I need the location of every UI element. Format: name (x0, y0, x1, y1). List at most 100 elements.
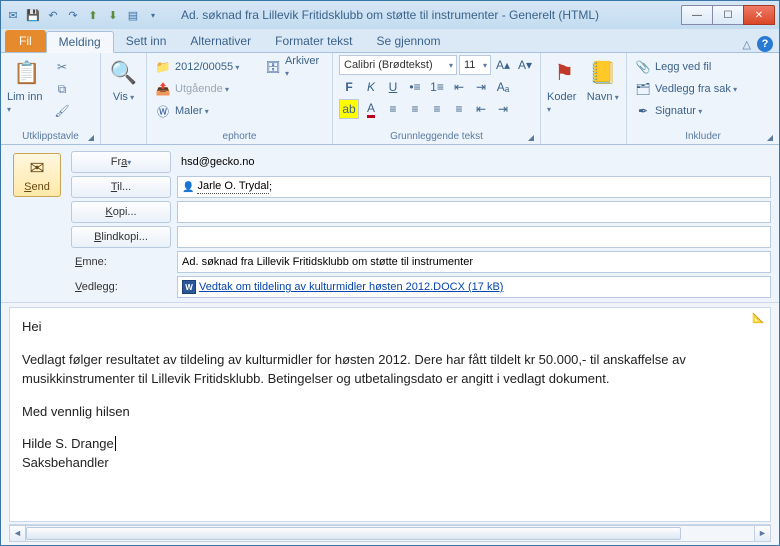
undo-icon[interactable]: ↶ (45, 7, 61, 23)
format-painter-icon[interactable]: 🖌 (51, 101, 73, 121)
bold-button[interactable]: F (339, 77, 359, 97)
cc-field[interactable] (177, 201, 771, 223)
clipboard-launcher-icon[interactable]: ◢ (88, 133, 94, 142)
font-size-combo[interactable]: 11 (459, 55, 491, 75)
to-field[interactable]: 👤Jarle O. Trydal; (177, 176, 771, 198)
align-justify-icon[interactable]: ≡ (449, 99, 469, 119)
cut-icon[interactable]: ✂ (51, 57, 73, 77)
ribbon: 📋 Lim inn ✂ ⧉ 🖌 Utklippstavle◢ 🔍 Vis (1, 53, 779, 145)
maximize-button[interactable]: ☐ (712, 5, 744, 25)
clear-format-icon[interactable]: Aₐ (493, 77, 513, 97)
group-include: 📎Legg ved fil 🗂Vedlegg fra sak ✒Signatur… (627, 53, 779, 144)
ephorte-templates[interactable]: ⓌMaler (153, 101, 260, 121)
group-names: ⚑ Koder 📒 Navn (541, 53, 627, 144)
body-signature: Hilde S. Drange Saksbehandler (22, 435, 758, 473)
tab-settinn[interactable]: Sett inn (114, 30, 179, 52)
tab-segjennom[interactable]: Se gjennom (364, 30, 452, 52)
italic-button[interactable]: K (361, 77, 381, 97)
bcc-input[interactable] (182, 231, 766, 243)
ephorte-docnum[interactable]: 📁2012/00055 (153, 57, 260, 77)
scroll-thumb[interactable] (26, 527, 681, 540)
cc-input[interactable] (182, 206, 766, 218)
font-color-icon[interactable]: A (361, 99, 381, 119)
archive-icon: 🗄 (266, 60, 281, 74)
folder-icon: 📁 (155, 60, 171, 74)
quick-access-toolbar: ✉ 💾 ↶ ↷ ⬆ ⬇ ▤ ▾ (5, 7, 161, 23)
redo-icon[interactable]: ↷ (65, 7, 81, 23)
case-attach-icon: 🗂 (635, 82, 651, 96)
indent-right-icon[interactable]: ⇥ (471, 77, 491, 97)
attach-case-button[interactable]: 🗂Vedlegg fra sak (633, 79, 753, 99)
subject-label: Emne: (71, 251, 171, 273)
group-font: Calibri (Brødtekst) 11 A▴ A▾ F K U •≡ 1≡… (333, 53, 541, 144)
numbering-icon[interactable]: 1≡ (427, 77, 447, 97)
message-body[interactable]: 📐 Hei Vedlagt følger resultatet av tilde… (9, 307, 771, 522)
scroll-left-icon[interactable]: ◄ (9, 525, 26, 542)
attachment-field[interactable]: WVedtak om tildeling av kulturmidler høs… (177, 276, 771, 298)
ribbon-tabs: Fil Melding Sett inn Alternativer Format… (1, 29, 779, 53)
highlight-icon[interactable]: ab (339, 99, 359, 119)
align-right-icon[interactable]: ≡ (427, 99, 447, 119)
subject-input[interactable] (182, 256, 766, 268)
horizontal-scrollbar[interactable]: ◄ ► (9, 524, 771, 541)
bcc-button[interactable]: Blindkopi... (71, 226, 171, 248)
bullets-icon[interactable]: •≡ (405, 77, 425, 97)
align-left-icon[interactable]: ≡ (383, 99, 403, 119)
tab-file[interactable]: Fil (5, 30, 46, 52)
group-ephorte: 📁2012/00055 📤Utgående ⓌMaler 🗄Arkiver ep… (147, 53, 333, 144)
koder-button[interactable]: ⚑ Koder (547, 55, 582, 115)
font-launcher-icon[interactable]: ◢ (528, 133, 534, 142)
navn-button[interactable]: 📒 Navn (586, 55, 621, 103)
ruler-icon[interactable]: 📐 (752, 312, 766, 327)
subject-field[interactable] (177, 251, 771, 273)
ribbon-collapse-icon[interactable]: △ (743, 38, 751, 51)
scroll-right-icon[interactable]: ► (754, 525, 771, 542)
outgoing-icon: 📤 (155, 82, 171, 96)
grow-font-icon[interactable]: A▴ (493, 55, 513, 75)
ephorte-archive[interactable]: 🗄Arkiver (264, 57, 326, 77)
body-closing: Med vennlig hilsen (22, 403, 758, 422)
font-family-combo[interactable]: Calibri (Brødtekst) (339, 55, 457, 75)
cc-button[interactable]: Kopi... (71, 201, 171, 223)
close-button[interactable]: ✕ (743, 5, 775, 25)
underline-button[interactable]: U (383, 77, 403, 97)
body-paragraph: Vedlagt følger resultatet av tildeling a… (22, 351, 758, 389)
save-icon[interactable]: 💾 (25, 7, 41, 23)
from-button[interactable]: Fra (71, 151, 171, 173)
qat-more-icon[interactable]: ▤ (125, 7, 141, 23)
to-button[interactable]: Til... (71, 176, 171, 198)
include-launcher-icon[interactable]: ◢ (767, 133, 773, 142)
align-center-icon[interactable]: ≡ (405, 99, 425, 119)
minimize-button[interactable]: — (681, 5, 713, 25)
flag-icon: ⚑ (548, 57, 580, 89)
prev-icon[interactable]: ⬆ (85, 7, 101, 23)
scroll-track[interactable] (26, 525, 754, 542)
view-button[interactable]: 🔍 Vis (107, 55, 140, 103)
tab-melding[interactable]: Melding (46, 31, 114, 53)
send-button[interactable]: ✉ Send (13, 153, 61, 197)
outdent-icon[interactable]: ⇤ (471, 99, 491, 119)
tab-formater[interactable]: Formater tekst (263, 30, 364, 52)
outlook-compose-window: ✉ 💾 ↶ ↷ ⬆ ⬇ ▤ ▾ Ad. søknad fra Lillevik … (0, 0, 780, 546)
paste-button[interactable]: 📋 Lim inn (7, 55, 47, 115)
tab-alternativer[interactable]: Alternativer (178, 30, 263, 52)
contact-icon: 👤 (182, 182, 194, 193)
indent-icon[interactable]: ⇥ (493, 99, 513, 119)
next-icon[interactable]: ⬇ (105, 7, 121, 23)
help-button[interactable]: ? (757, 36, 773, 52)
attachment-link[interactable]: Vedtak om tildeling av kulturmidler høst… (199, 281, 503, 293)
bcc-field[interactable] (177, 226, 771, 248)
signature-button[interactable]: ✒Signatur (633, 101, 753, 121)
window-controls: — ☐ ✕ (682, 5, 775, 25)
attach-file-button[interactable]: 📎Legg ved fil (633, 57, 753, 77)
text-caret (115, 436, 116, 451)
shrink-font-icon[interactable]: A▾ (515, 55, 535, 75)
indent-left-icon[interactable]: ⇤ (449, 77, 469, 97)
copy-icon[interactable]: ⧉ (51, 79, 73, 99)
docx-icon: W (182, 280, 196, 294)
ephorte-outgoing[interactable]: 📤Utgående (153, 79, 260, 99)
group-view: 🔍 Vis (101, 53, 147, 144)
envelope-icon: ✉ (29, 158, 44, 179)
message-header: ✉ Send Fra Til... Kopi... Blindkopi... E… (1, 145, 779, 303)
qat-dropdown-icon[interactable]: ▾ (145, 7, 161, 23)
